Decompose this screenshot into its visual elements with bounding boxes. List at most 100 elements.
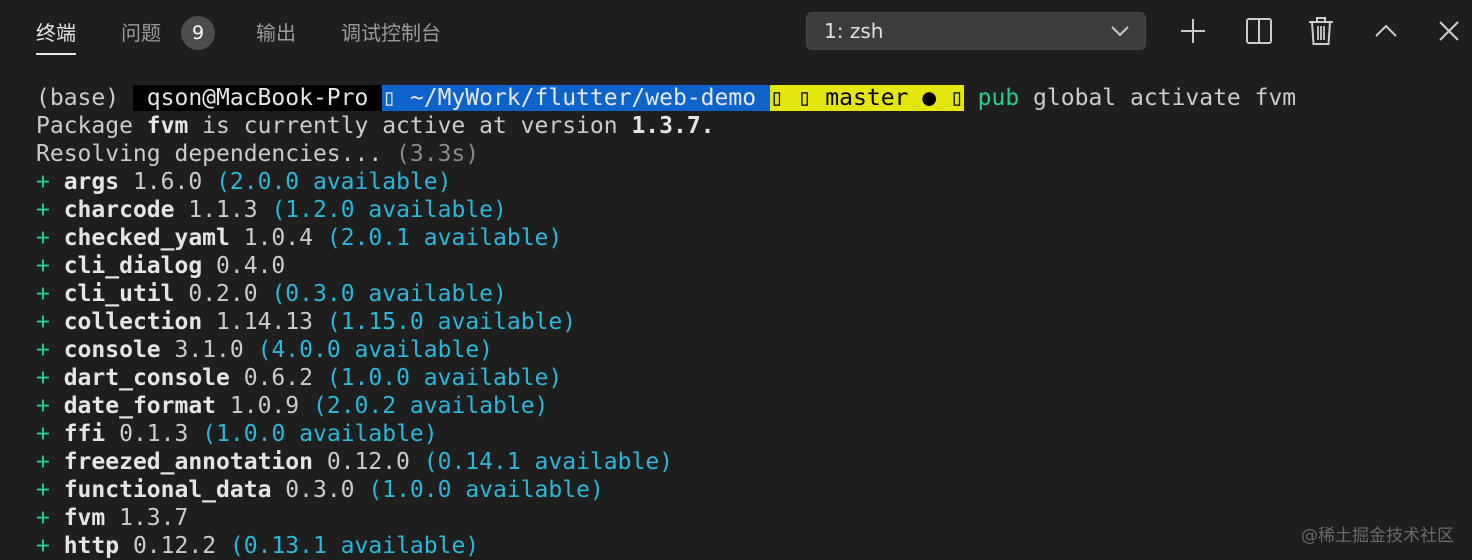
close-panel-button[interactable]: [1431, 13, 1467, 49]
plus-marker: +: [36, 337, 64, 363]
active-version-line: Package fvm is currently active at versi…: [36, 112, 715, 140]
plus-marker: +: [36, 281, 64, 307]
package-available: (1.0.0 available): [202, 421, 438, 447]
active-middle: is currently active at version: [188, 113, 632, 139]
trash-icon: [1309, 17, 1333, 45]
tab-terminal[interactable]: 终端: [36, 18, 76, 55]
package-available: (2.0.0 available): [216, 169, 452, 195]
plus-marker: +: [36, 253, 64, 279]
maximize-panel-button[interactable]: [1368, 13, 1404, 49]
package-available: (1.0.0 available): [368, 477, 604, 503]
package-line: + dart_console 0.6.2 (1.0.0 available): [36, 364, 562, 392]
package-available: (1.15.0 available): [326, 309, 577, 335]
package-version: 0.3.0: [285, 477, 355, 503]
package-line: + collection 1.14.13 (1.15.0 available): [36, 308, 576, 336]
package-name: cli_util: [63, 281, 175, 307]
package-name: fvm: [63, 505, 106, 531]
package-line: + date_format 1.0.9 (2.0.2 available): [36, 392, 548, 420]
package-line: + freezed_annotation 0.12.0 (0.14.1 avai…: [36, 448, 673, 476]
resolving-time: (3.3s): [396, 141, 480, 167]
tab-output[interactable]: 输出: [256, 18, 296, 48]
package-line: + cli_util 0.2.0 (0.3.0 available): [36, 280, 507, 308]
package-available: (4.0.0 available): [257, 337, 494, 363]
package-name: console: [63, 337, 161, 363]
watermark: @稀土掘金技术社区: [1301, 526, 1454, 546]
package-name: ffi: [63, 421, 106, 447]
conda-env: (base): [36, 85, 133, 111]
package-name: charcode: [63, 197, 175, 223]
package-available: (1.0.0 available): [326, 365, 563, 391]
tab-debug-console[interactable]: 调试控制台: [341, 18, 441, 48]
plus-marker: +: [36, 169, 64, 195]
package-version: 0.6.2: [243, 365, 313, 391]
package-version: 3.1.0: [174, 337, 244, 363]
package-version: 1.6.0: [132, 169, 203, 195]
split-editor-icon: [1246, 18, 1272, 44]
package-line: + console 3.1.0 (4.0.0 available): [36, 336, 493, 364]
close-icon: [1439, 21, 1459, 41]
package-line: + functional_data 0.3.0 (1.0.0 available…: [36, 476, 604, 504]
package-name: dart_console: [63, 365, 230, 391]
prompt-host-segment: qson@MacBook-Pro: [132, 85, 383, 111]
terminal-shell-select[interactable]: 1: zsh: [806, 12, 1146, 50]
resolving-line: Resolving dependencies... (3.3s): [36, 140, 479, 168]
package-version: 1.0.4: [243, 225, 313, 251]
package-version: 1.0.9: [229, 393, 300, 419]
package-available: (2.0.2 available): [313, 393, 549, 419]
package-version: 0.1.3: [119, 421, 189, 447]
plus-marker: +: [36, 365, 64, 391]
package-line: + cli_dialog 0.4.0: [36, 252, 285, 280]
package-version: 0.2.0: [188, 281, 258, 307]
prompt-path-segment: ▯ ~/MyWork/flutter/web-demo: [382, 85, 770, 111]
plus-marker: +: [36, 421, 64, 447]
active-prefix: Package: [36, 113, 147, 139]
package-version: 1.14.13: [216, 309, 313, 335]
tab-problems[interactable]: 问题: [121, 18, 161, 48]
plus-marker: +: [36, 505, 64, 531]
plus-marker: +: [36, 197, 64, 223]
package-available: (0.3.0 available): [271, 281, 507, 307]
split-terminal-button[interactable]: [1241, 13, 1277, 49]
package-name: collection: [63, 309, 203, 335]
prompt-line: (base) qson@MacBook-Pro ▯ ~/MyWork/flutt…: [36, 84, 1296, 112]
plus-marker: +: [36, 225, 64, 251]
shell-select-value: 1: zsh: [824, 19, 884, 43]
chevron-up-icon: [1375, 24, 1397, 37]
plus-marker: +: [36, 533, 64, 559]
package-version: 0.12.2: [132, 533, 217, 559]
package-name: checked_yaml: [63, 225, 230, 251]
package-version: 0.12.0: [326, 449, 410, 475]
package-line: + ffi 0.1.3 (1.0.0 available): [36, 420, 438, 448]
plus-icon: [1181, 19, 1205, 43]
kill-terminal-button[interactable]: [1303, 13, 1339, 49]
package-version: 1.3.7: [119, 505, 189, 531]
problems-count-badge: 9: [181, 16, 215, 50]
package-available: (0.14.1 available): [423, 449, 674, 475]
package-available: (1.2.0 available): [271, 197, 507, 223]
new-terminal-button[interactable]: [1175, 13, 1211, 49]
plus-marker: +: [36, 477, 64, 503]
package-line: + checked_yaml 1.0.4 (2.0.1 available): [36, 224, 562, 252]
package-version: 0.4.0: [216, 253, 286, 279]
package-name: cli_dialog: [63, 253, 203, 279]
command-args: global activate fvm: [1019, 85, 1297, 111]
package-line: + http 0.12.2 (0.13.1 available): [36, 532, 479, 560]
package-available: (2.0.1 available): [326, 225, 563, 251]
plus-marker: +: [36, 449, 64, 475]
package-version: 1.1.3: [188, 197, 258, 223]
package-name: date_format: [63, 393, 217, 419]
package-line: + charcode 1.1.3 (1.2.0 available): [36, 196, 507, 224]
active-version: 1.3.7.: [631, 113, 715, 139]
package-name: functional_data: [63, 477, 272, 503]
plus-marker: +: [36, 393, 64, 419]
package-name: args: [63, 169, 120, 195]
package-name: http: [63, 533, 120, 559]
package-line: + args 1.6.0 (2.0.0 available): [36, 168, 451, 196]
package-line: + fvm 1.3.7: [36, 504, 188, 532]
active-package-name: fvm: [146, 113, 189, 139]
package-name: freezed_annotation: [63, 449, 313, 475]
resolving-text: Resolving dependencies...: [36, 141, 397, 167]
panel-header: 终端 问题 9 输出 调试控制台 1: zsh: [0, 0, 1472, 66]
terminal-output[interactable]: (base) qson@MacBook-Pro ▯ ~/MyWork/flutt…: [0, 84, 1472, 560]
plus-marker: +: [36, 309, 64, 335]
